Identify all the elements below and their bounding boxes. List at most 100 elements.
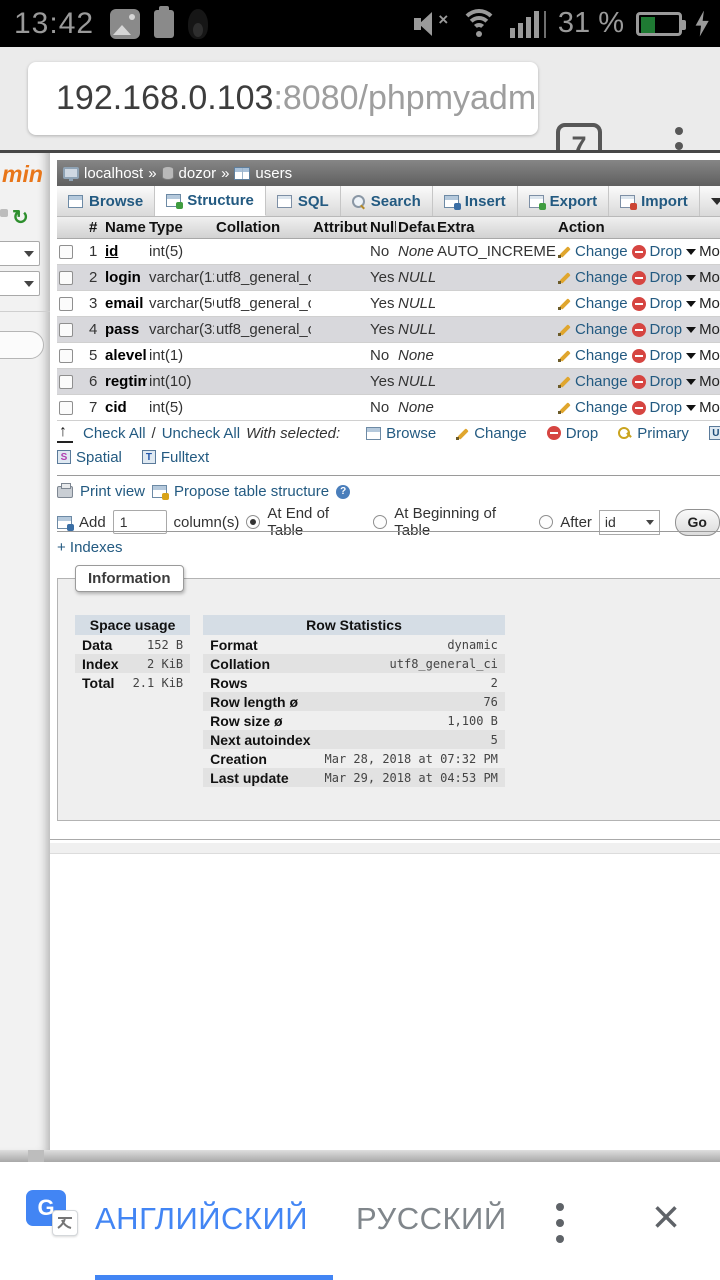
drop-link[interactable]: Drop: [650, 373, 683, 390]
ws-browse-button[interactable]: Browse: [366, 425, 436, 442]
change-link[interactable]: Change: [575, 399, 628, 416]
tab-browse[interactable]: Browse: [57, 186, 155, 216]
more-link[interactable]: More: [686, 295, 720, 312]
tab-source-language[interactable]: АНГЛИЙСКИЙ: [95, 1201, 308, 1237]
col-name: Name: [103, 217, 147, 239]
chevron-down-icon: [686, 327, 696, 333]
sidebar-divider: [0, 311, 50, 312]
tab-export[interactable]: Export: [518, 186, 610, 216]
check-all-link[interactable]: Check All: [83, 425, 146, 442]
browse-icon: [68, 195, 83, 208]
refresh-icon[interactable]: ↻: [12, 205, 29, 230]
clock: 13:42: [14, 7, 94, 41]
row-checkbox[interactable]: [59, 375, 73, 389]
uncheck-all-link[interactable]: Uncheck All: [162, 425, 240, 442]
radio-at-beginning[interactable]: [373, 515, 387, 529]
tab-insert[interactable]: Insert: [433, 186, 518, 216]
more-link[interactable]: More: [686, 321, 720, 338]
radio-at-beginning-label[interactable]: At Beginning of Table: [394, 505, 532, 539]
sidebar-select-1[interactable]: [0, 241, 40, 266]
change-link[interactable]: Change: [575, 295, 628, 312]
drop-icon: [632, 323, 646, 337]
drop-link[interactable]: Drop: [650, 347, 683, 364]
ws-spatial-button[interactable]: SSpatial: [57, 449, 122, 466]
pencil-icon: [558, 297, 571, 310]
pma-logo-fragment: min: [2, 161, 43, 188]
change-link[interactable]: Change: [575, 243, 628, 260]
table-row: 3email varchar(50)utf8_general_ci YesNUL…: [57, 291, 720, 317]
more-link[interactable]: More: [686, 269, 720, 286]
translate-menu-button[interactable]: [548, 1198, 572, 1248]
breadcrumb-database[interactable]: dozor: [179, 165, 217, 182]
breadcrumb-server[interactable]: localhost: [84, 165, 143, 182]
row-checkbox[interactable]: [59, 401, 73, 415]
import-icon: [620, 195, 635, 208]
tab-sql[interactable]: SQL: [266, 186, 341, 216]
change-link[interactable]: Change: [575, 321, 628, 338]
drop-link[interactable]: Drop: [650, 321, 683, 338]
radio-after[interactable]: [539, 515, 553, 529]
gallery-notification-icon: [110, 9, 140, 39]
row-checkbox[interactable]: [59, 271, 73, 285]
more-link[interactable]: More: [686, 373, 720, 390]
screen: 13:42 × 31 % 192.168.0.103:8080/phpmyadm…: [0, 0, 720, 1280]
ws-primary-button[interactable]: Primary: [618, 425, 689, 442]
row-checkbox[interactable]: [59, 245, 73, 259]
print-view-link[interactable]: Print view: [80, 483, 145, 500]
tab-more[interactable]: More: [700, 186, 720, 216]
ws-fulltext-button[interactable]: TFulltext: [142, 449, 209, 466]
change-link[interactable]: Change: [575, 373, 628, 390]
tab-target-language[interactable]: РУССКИЙ: [356, 1201, 507, 1237]
ws-change-button[interactable]: Change: [456, 425, 527, 442]
tab-search[interactable]: Search: [341, 186, 433, 216]
drop-link[interactable]: Drop: [650, 295, 683, 312]
tab-import[interactable]: Import: [609, 186, 700, 216]
pma-tab-bar: Browse Structure SQL Search Insert Expor…: [57, 186, 720, 217]
database-icon: [162, 166, 174, 180]
breadcrumb-table[interactable]: users: [255, 165, 292, 182]
radio-at-end[interactable]: [246, 515, 260, 529]
chevron-down-icon: [686, 301, 696, 307]
row-checkbox[interactable]: [59, 297, 73, 311]
more-link[interactable]: More: [686, 399, 720, 416]
row-checkbox[interactable]: [59, 323, 73, 337]
server-icon: [63, 167, 79, 179]
insert-icon: [444, 195, 459, 208]
change-link[interactable]: Change: [575, 347, 628, 364]
table-row: 4pass varchar(32)utf8_general_ci YesNULL…: [57, 317, 720, 343]
add-icon: [57, 516, 72, 529]
ws-unique-button[interactable]: UUnique: [709, 425, 720, 442]
tab-structure[interactable]: Structure: [155, 186, 266, 216]
charging-bolt-icon: [694, 11, 710, 37]
propose-structure-link[interactable]: Propose table structure: [174, 483, 329, 500]
translate-bar: G АНГЛИЙСКИЙ РУССКИЙ ×: [0, 1162, 720, 1280]
divider: [50, 839, 720, 840]
more-link[interactable]: More: [686, 347, 720, 364]
sidebar-select-2[interactable]: [0, 271, 40, 296]
add-column-row: Add 1 column(s) At End of Table At Begin…: [57, 505, 720, 539]
information-legend: Information: [75, 565, 184, 592]
help-icon[interactable]: ?: [336, 485, 350, 499]
ws-drop-button[interactable]: Drop: [547, 425, 599, 442]
col-null: Null: [368, 217, 396, 239]
change-link[interactable]: Change: [575, 269, 628, 286]
drop-link[interactable]: Drop: [650, 269, 683, 286]
pencil-icon: [558, 245, 571, 258]
pencil-icon: [558, 401, 571, 414]
fulltext-icon: T: [142, 450, 156, 464]
more-link[interactable]: More: [686, 243, 720, 260]
table-icon: [234, 167, 250, 180]
radio-after-label[interactable]: After: [560, 514, 592, 531]
close-icon[interactable]: ×: [638, 1186, 694, 1248]
sidebar-button-fragment[interactable]: [0, 331, 44, 359]
drop-icon: [632, 245, 646, 259]
row-checkbox[interactable]: [59, 349, 73, 363]
radio-at-end-label[interactable]: At End of Table: [267, 505, 366, 539]
drop-link[interactable]: Drop: [650, 243, 683, 260]
url-bar[interactable]: 192.168.0.103:8080/phpmyadmir: [28, 62, 538, 135]
col-num: #: [87, 217, 103, 239]
drop-link[interactable]: Drop: [650, 399, 683, 416]
footer-band: [50, 843, 720, 854]
col-extra: Extra: [435, 217, 556, 239]
indexes-link[interactable]: + Indexes: [57, 539, 122, 556]
